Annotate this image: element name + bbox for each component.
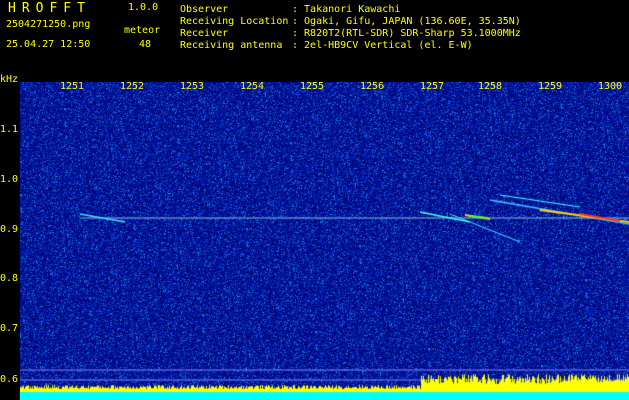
antenna-value: : 2el-HB9CV Vertical (el. E-W): [292, 40, 473, 51]
x-tick-label: 1258: [478, 81, 503, 92]
x-tick-label: 1254: [240, 81, 265, 92]
x-tick-label: 1253: [180, 81, 205, 92]
receiver-value: : R820T2(RTL-SDR) SDR-Sharp 53.1000MHz: [292, 28, 521, 39]
x-tick-label: 1300: [598, 81, 623, 92]
x-tick-label: 1252: [120, 81, 145, 92]
app-version: 1.0.0: [128, 2, 159, 13]
y-tick-label: 0.7: [0, 323, 19, 334]
spectrogram-canvas: [20, 82, 629, 400]
meteor-count: 48: [139, 39, 152, 50]
x-tick-label: 1259: [538, 81, 563, 92]
antenna-label: Receiving antenna: [180, 40, 283, 51]
location-value: : Ogaki, Gifu, JAPAN (136.60E, 35.35N): [292, 16, 521, 27]
hroft-window: { "header": { "app_name": "HROFFT", "ver…: [0, 0, 629, 400]
app-title: HROFFT: [8, 1, 91, 16]
location-label: Receiving Location: [180, 16, 289, 27]
x-tick-label: 1251: [60, 81, 85, 92]
capture-filename: 2504271250.png: [6, 19, 91, 30]
observer-label: Observer: [180, 4, 229, 15]
y-axis-unit: kHz: [0, 74, 19, 85]
x-tick-label: 1255: [300, 81, 325, 92]
y-tick-label: 0.6: [0, 374, 19, 385]
y-tick-label: 0.9: [0, 224, 19, 235]
capture-datetime: 25.04.27 12:50: [6, 39, 91, 50]
y-tick-label: 1.0: [0, 174, 19, 185]
x-tick-label: 1256: [360, 81, 385, 92]
meteor-label: meteor: [124, 25, 161, 36]
y-tick-label: 0.8: [0, 273, 19, 284]
receiver-label: Receiver: [180, 28, 229, 39]
y-tick-label: 1.1: [0, 124, 19, 135]
observer-value: : Takanori Kawachi: [292, 4, 401, 15]
x-tick-label: 1257: [420, 81, 445, 92]
